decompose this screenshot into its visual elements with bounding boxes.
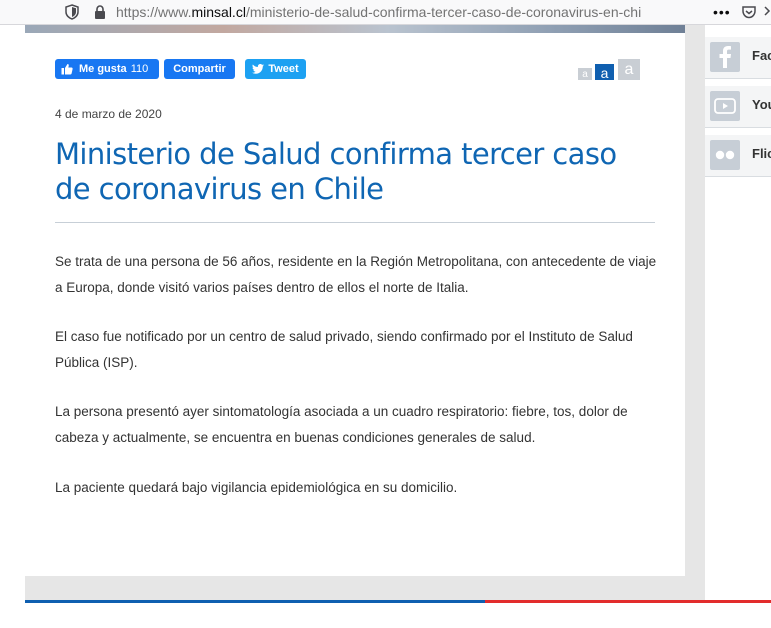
social-label-facebook: Fac bbox=[752, 48, 771, 63]
article-paragraph: La persona presentó ayer sintomatología … bbox=[55, 404, 628, 445]
social-link-youtube[interactable]: You bbox=[705, 86, 771, 128]
url-field[interactable]: https://www.minsal.cl/ministerio-de-salu… bbox=[116, 4, 681, 22]
like-label: Me gusta bbox=[79, 63, 127, 75]
header-banner-image bbox=[25, 25, 685, 33]
youtube-icon bbox=[710, 91, 740, 121]
article-paragraph: Se trata de una persona de 56 años, resi… bbox=[55, 254, 657, 295]
lock-icon[interactable] bbox=[94, 5, 106, 19]
footer-divider-blue bbox=[25, 600, 485, 603]
article-paragraph: El caso fue notificado por un centro de … bbox=[55, 329, 633, 370]
page-actions-icon[interactable]: ••• bbox=[713, 4, 731, 20]
url-path: /ministerio-de-salud-confirma-tercer-cas… bbox=[245, 4, 642, 20]
twitter-bird-icon bbox=[252, 64, 265, 74]
facebook-like-button[interactable]: Me gusta 110 bbox=[55, 59, 159, 79]
browser-url-bar: https://www.minsal.cl/ministerio-de-salu… bbox=[0, 0, 771, 25]
url-fade bbox=[641, 4, 681, 22]
pocket-icon[interactable] bbox=[741, 4, 757, 20]
tweet-label: Tweet bbox=[268, 63, 299, 75]
url-domain: minsal.cl bbox=[191, 4, 246, 20]
facebook-icon bbox=[710, 42, 740, 72]
chevron-right-icon[interactable] bbox=[763, 6, 771, 16]
article-date: 4 de marzo de 2020 bbox=[55, 107, 162, 121]
share-label: Compartir bbox=[173, 63, 226, 75]
tracking-shield-icon[interactable] bbox=[65, 4, 79, 20]
tweet-button[interactable]: Tweet bbox=[245, 59, 306, 79]
font-size-small-button[interactable]: a bbox=[578, 68, 592, 80]
title-divider bbox=[55, 222, 655, 223]
footer-divider-red bbox=[485, 600, 771, 603]
article-title: Ministerio de Salud confirma tercer caso… bbox=[55, 137, 617, 206]
font-size-medium-button[interactable]: a bbox=[595, 64, 614, 81]
font-size-large-button[interactable]: a bbox=[618, 59, 640, 80]
facebook-share-button[interactable]: Compartir bbox=[164, 59, 235, 79]
flickr-icon bbox=[710, 140, 740, 170]
like-count: 110 bbox=[130, 63, 149, 75]
social-link-facebook[interactable]: Fac bbox=[705, 37, 771, 79]
article-paragraph: La paciente quedará bajo vigilancia epid… bbox=[55, 480, 458, 495]
social-label-youtube: You bbox=[752, 97, 771, 112]
url-prefix: https://www. bbox=[116, 4, 192, 20]
thumbs-up-icon bbox=[61, 64, 73, 75]
social-link-flickr[interactable]: Flic bbox=[705, 135, 771, 177]
social-label-flickr: Flic bbox=[752, 146, 771, 161]
